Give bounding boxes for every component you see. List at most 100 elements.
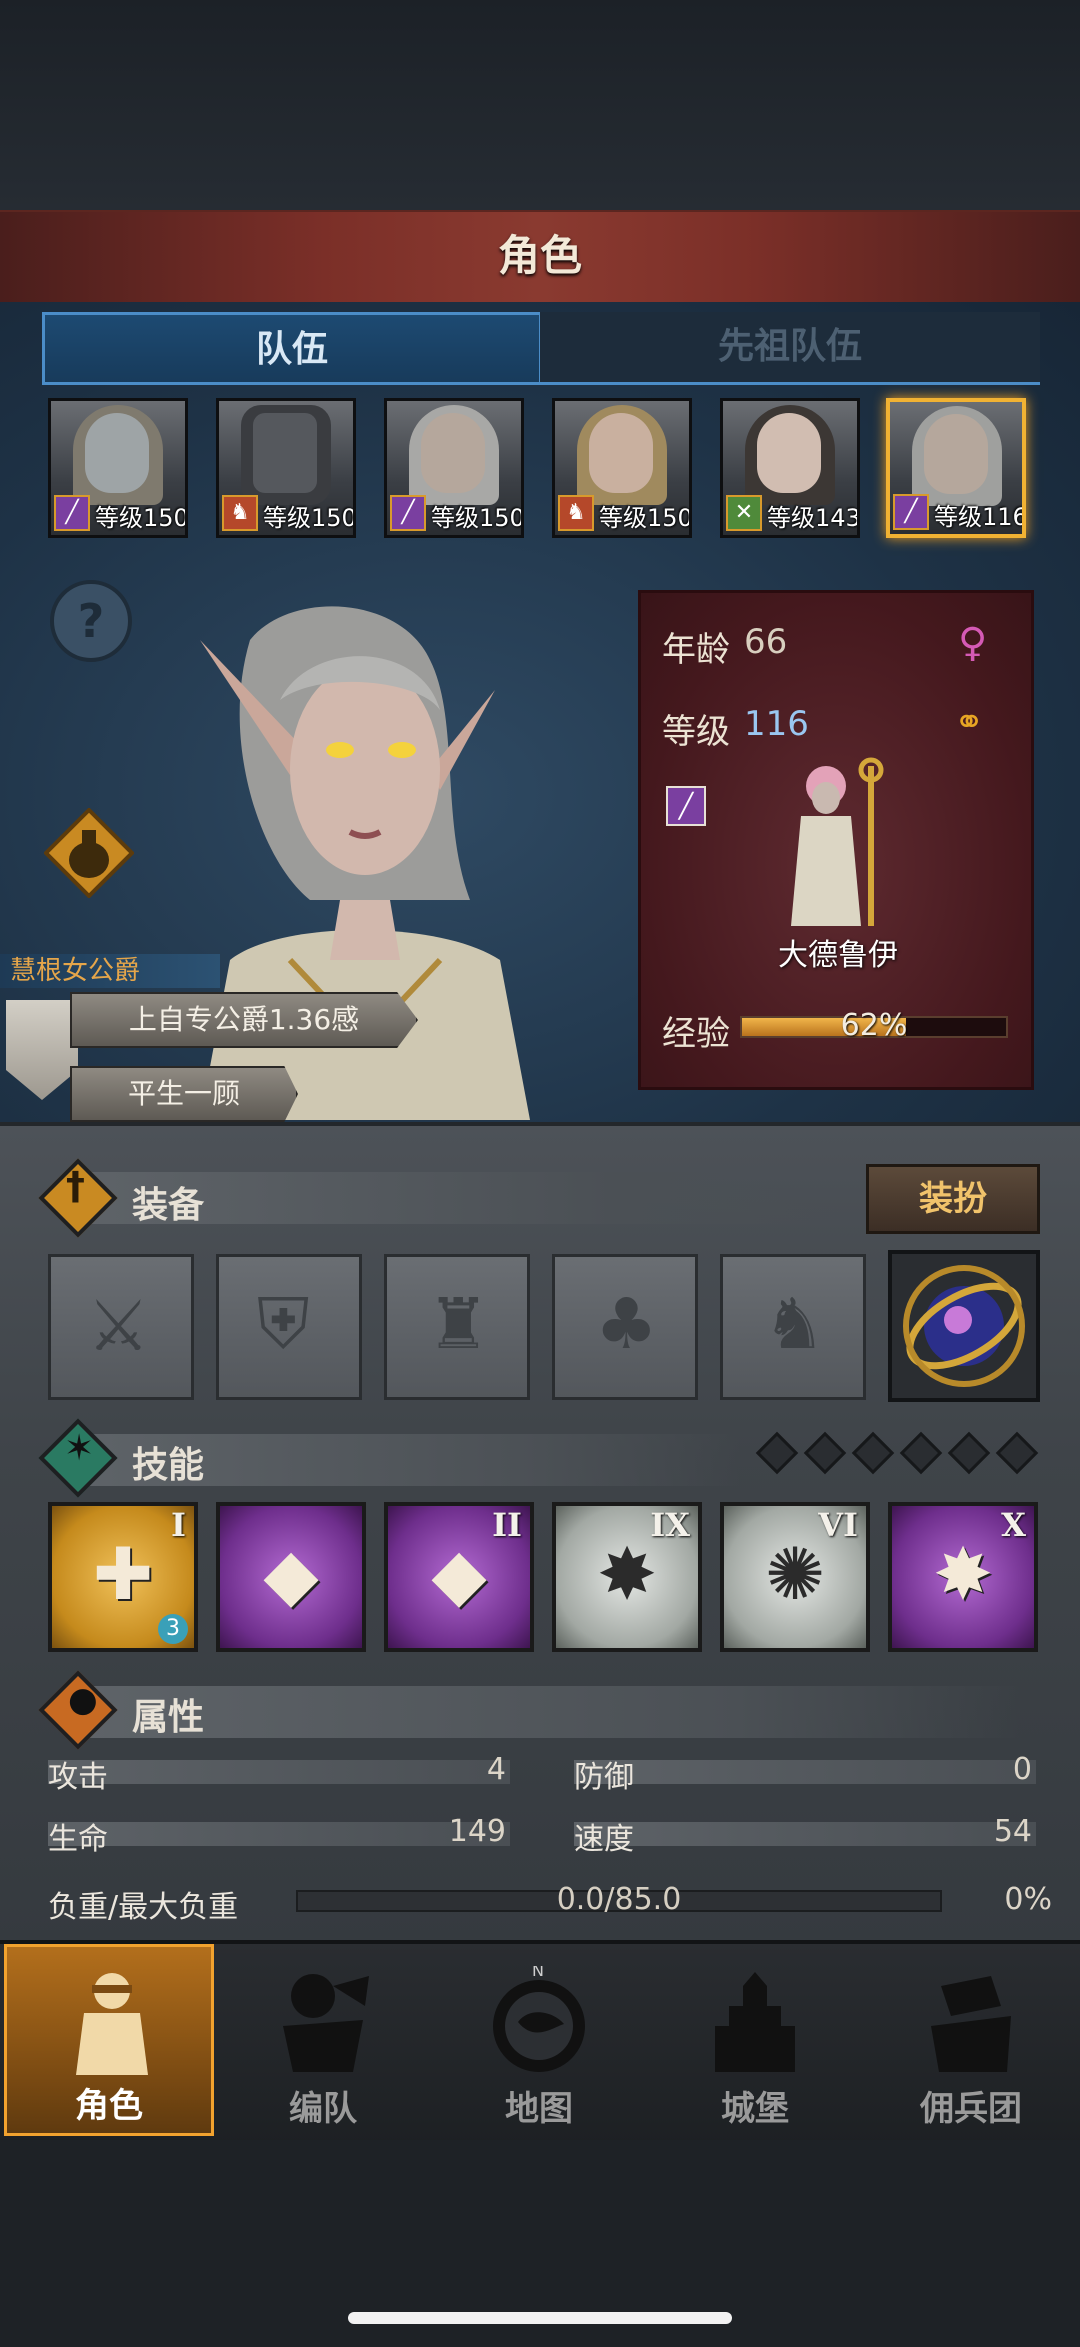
mercenary-icon	[931, 1976, 1011, 2072]
nav-map[interactable]: N 地图	[434, 1944, 644, 2136]
star-glyph: ✶	[64, 1428, 95, 1469]
skill-rank: VI	[818, 1506, 858, 1544]
skill-arcane-burst[interactable]: ✸ X	[888, 1502, 1038, 1652]
skill-glyph: ✺	[764, 1532, 826, 1616]
attributes-title: 属性	[132, 1697, 205, 1738]
exp-label: 经验	[662, 1014, 730, 1054]
skill-rank: I	[171, 1506, 186, 1544]
nav-formation[interactable]: 编队	[218, 1944, 428, 2136]
skills-title: 技能	[132, 1445, 205, 1486]
load-percent: 0%	[1004, 1882, 1052, 1917]
age-label: 年龄	[662, 630, 730, 670]
hero-level: 等级116	[934, 503, 1026, 531]
nav-label: 佣兵团	[920, 2089, 1022, 2129]
nav-character[interactable]: 角色	[4, 1944, 214, 2136]
hero-level: 等级150	[599, 504, 692, 532]
level-label: 等级	[662, 712, 730, 752]
skill-glyph: ✸	[932, 1532, 994, 1616]
helmet-icon: ♞	[558, 495, 594, 531]
nav-label: 编队	[289, 2089, 357, 2129]
skill-glyph: ✸	[596, 1532, 658, 1616]
skill-crystal-whirl[interactable]: ◆	[216, 1502, 366, 1652]
compass-map-icon: N	[493, 1966, 585, 2072]
roster-hero-2[interactable]: ♞ 等级150	[216, 398, 356, 538]
skill-rank: II	[492, 1506, 522, 1544]
roster-hero-6-selected[interactable]: ╱ 等级116	[886, 398, 1026, 538]
speed-value: 54	[993, 1814, 1032, 1849]
attack-value: 4	[486, 1752, 506, 1787]
rings-icon: ⚭	[954, 702, 985, 743]
staff-icon: ╱	[666, 786, 706, 826]
skill-glyph: ✚	[92, 1532, 154, 1616]
roster-hero-5[interactable]: ✕ 等级143	[720, 398, 860, 538]
skill-crystal-hand[interactable]: ◆ II	[384, 1502, 534, 1652]
staff-icon: ╱	[54, 495, 90, 531]
section-header-bar	[80, 1686, 1020, 1738]
roster-hero-1[interactable]: ╱ 等级150	[48, 398, 188, 538]
roster-hero-3[interactable]: ╱ 等级150	[384, 398, 524, 538]
age-value: 66	[744, 622, 788, 662]
load-value: 0.0/85.0	[556, 1882, 682, 1917]
skill-count-badge: 3	[158, 1614, 188, 1644]
castle-icon	[715, 1972, 795, 2072]
armor-icon: ♣	[595, 1283, 658, 1365]
speed-label: 速度	[574, 1822, 634, 1857]
armor-slot[interactable]: ♣	[552, 1254, 698, 1400]
tab-underline	[42, 382, 1040, 385]
druid-figure	[791, 757, 884, 926]
skill-frost-burst[interactable]: ✺ VI	[720, 1502, 870, 1652]
sword-icon: ⚔	[87, 1285, 150, 1367]
nav-label: 城堡	[721, 2089, 789, 2129]
dagger-glyph: †	[66, 1164, 85, 1208]
hero-face	[421, 413, 485, 493]
weapon-slot[interactable]: ⚔	[48, 1254, 194, 1400]
equipment-title: 装备	[132, 1185, 205, 1226]
trait-plate-1[interactable]: 上自专公爵1.36感	[70, 992, 418, 1048]
skill-glyph: ◆	[431, 1532, 487, 1616]
helmet-slot[interactable]: ♜	[384, 1254, 530, 1400]
question-icon: ?	[77, 594, 105, 648]
staff-icon: ╱	[390, 495, 426, 531]
skill-rank: IX	[650, 1506, 690, 1544]
shield-slot[interactable]: ⛨	[216, 1254, 362, 1400]
female-icon: ♀	[958, 620, 988, 666]
nav-label: 角色	[75, 2086, 143, 2126]
roster-hero-4[interactable]: ♞ 等级150	[552, 398, 692, 538]
hp-value: 149	[448, 1814, 506, 1849]
tab-ancestor-team[interactable]: 先祖队伍	[540, 312, 1040, 385]
formation-icon	[283, 1974, 369, 2072]
defense-label: 防御	[574, 1760, 634, 1795]
boots-slot[interactable]: ♞	[720, 1254, 866, 1400]
boots-icon: ♞	[763, 1283, 826, 1365]
trait-plate-2[interactable]: 平生一顾	[70, 1066, 298, 1122]
skill-burst[interactable]: ✸ IX	[552, 1502, 702, 1652]
home-indicator[interactable]	[348, 2312, 732, 2324]
hero-face	[253, 413, 317, 493]
knight-icon	[76, 1973, 148, 2075]
nav-mercenary[interactable]: 佣兵团	[866, 1944, 1076, 2136]
astrolabe-icon[interactable]	[888, 1250, 1040, 1402]
nav-label: 地图	[505, 2089, 573, 2129]
crossed-swords-icon: ✕	[726, 495, 762, 531]
skill-glyph: ◆	[263, 1532, 319, 1616]
shield-icon: ⛨	[257, 1283, 310, 1365]
nav-castle[interactable]: 城堡	[650, 1944, 860, 2136]
help-button[interactable]: ?	[50, 580, 132, 662]
defense-value: 0	[1012, 1752, 1032, 1787]
hero-face	[924, 414, 988, 494]
hero-face	[589, 413, 653, 493]
skill-heal-shield[interactable]: ✚ I 3	[48, 1502, 198, 1652]
top-backdrop	[0, 0, 1080, 210]
hp-label: 生命	[48, 1822, 108, 1857]
potion-icon[interactable]	[44, 808, 134, 898]
class-name: 大德鲁伊	[778, 938, 898, 973]
hero-face	[757, 413, 821, 493]
tab-team[interactable]: 队伍	[42, 312, 542, 385]
load-label: 负重/最大负重	[48, 1890, 239, 1925]
person-glyph: ●	[68, 1680, 98, 1720]
page-title: 角色	[497, 231, 582, 280]
hero-level: 等级150	[263, 504, 356, 532]
hero-face	[85, 413, 149, 493]
hero-level: 等级150	[431, 504, 524, 532]
dress-up-button[interactable]: 装扮	[866, 1164, 1040, 1234]
